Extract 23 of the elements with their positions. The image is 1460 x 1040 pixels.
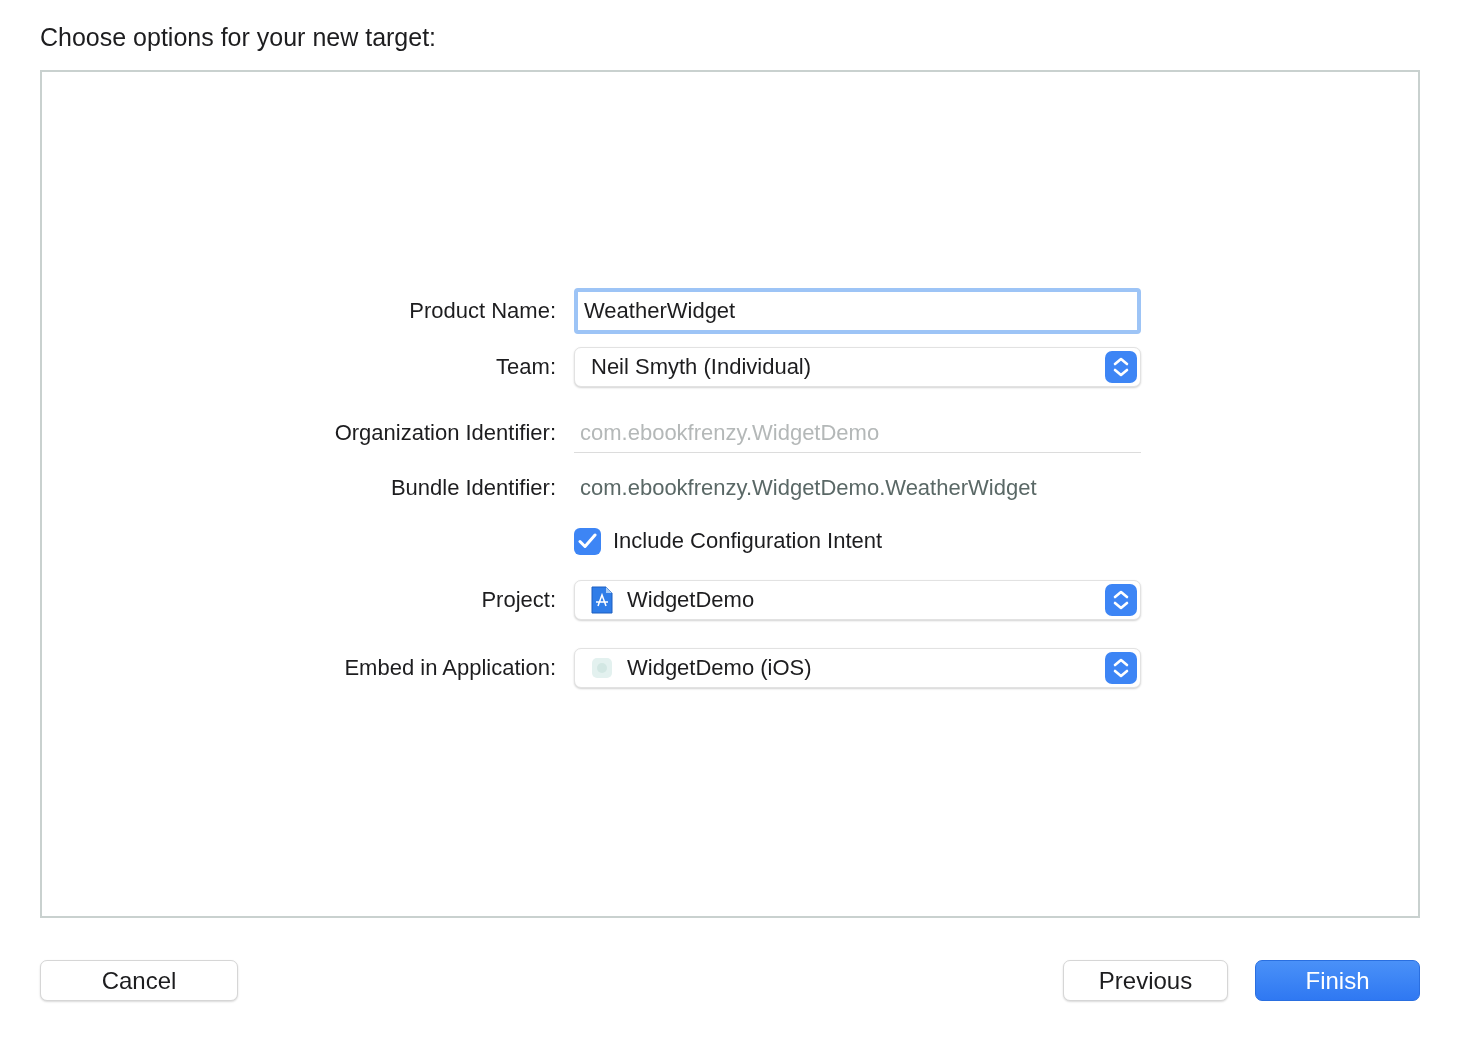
field-label: Project:: [481, 587, 556, 613]
field-label: Embed in Application:: [344, 655, 556, 681]
field-label: Team:: [496, 354, 556, 380]
field-label: Bundle Identifier:: [390, 475, 556, 501]
document-icon: [591, 586, 613, 614]
default-button[interactable]: Finish: [1255, 960, 1420, 1001]
field-label: Organization Identifier:: [334, 420, 556, 446]
popup-menu[interactable]: Neil Smyth (Individual): [574, 347, 1141, 387]
field-value: com.ebookfrenzy.WidgetDemo.WeatherWidget: [579, 475, 1037, 501]
checkmark-icon: [578, 533, 597, 549]
text-field[interactable]: WeatherWidget: [574, 288, 1141, 334]
field-label: Product Name:: [409, 298, 556, 324]
checkbox-label: Include Configuration Intent: [613, 528, 883, 554]
stepper-icon: [1105, 351, 1137, 383]
push-button[interactable]: Cancel: [40, 960, 238, 1001]
stepper-icon: [1105, 652, 1137, 684]
dialog-title: Choose options for your new target:: [40, 22, 438, 53]
popup-menu[interactable]: WidgetDemo: [574, 580, 1141, 620]
app-icon: [591, 657, 613, 679]
popup-menu[interactable]: WidgetDemo (iOS): [574, 648, 1141, 688]
checkbox[interactable]: [574, 527, 601, 555]
push-button[interactable]: Previous: [1063, 960, 1228, 1001]
stepper-icon: [1105, 584, 1137, 616]
